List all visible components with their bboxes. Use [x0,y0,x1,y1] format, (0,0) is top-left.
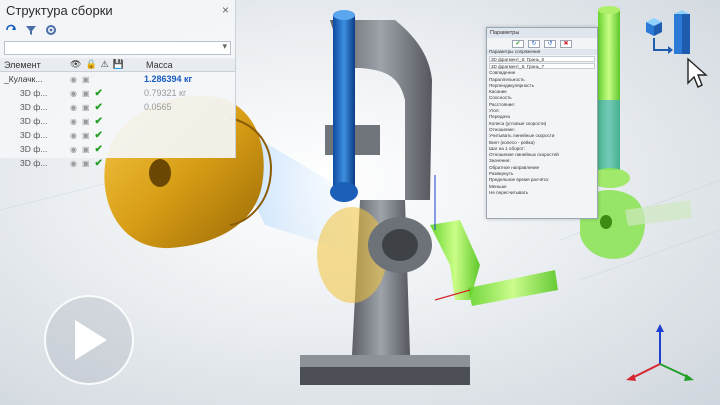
lock-icon[interactable]: ▣ [82,117,90,126]
row-name: 3D ф... [20,88,48,98]
param-row[interactable]: Не пересчитывать [487,190,597,196]
column-mass[interactable]: Масса [144,60,224,70]
lock-icon[interactable]: ▣ [82,103,90,112]
tree-row[interactable]: 3D ф... ◉ ▣ ✔ [0,156,235,170]
play-button[interactable] [44,295,134,385]
column-element[interactable]: Элемент [0,60,70,70]
check-icon: ✔ [94,129,103,141]
visibility-icon[interactable]: ◉ [70,145,77,154]
parameters-panel: Параметры ✔ ↻ ↺ ✖ Параметры сопряжения 3… [486,27,598,219]
assembly-structure-panel: Структура сборки × ▾ Элемент 👁 🔒 ⚠ 💾 Мас… [0,0,236,169]
row-name: 3D ф... [20,144,48,154]
close-icon[interactable]: × [222,3,229,17]
tree-row[interactable]: 3D ф... ◉ ▣ ✔ [0,142,235,156]
visibility-icon[interactable]: ◉ [70,103,77,112]
lock-icon[interactable]: ▣ [82,75,90,84]
row-name: 3D ф... [20,116,48,126]
assembly-mode-icon [646,10,690,54]
row-mass: 1.286394 кг [144,74,193,84]
axis-triad-icon [626,324,694,381]
params-buttons: ✔ ↻ ↺ ✖ [487,38,597,49]
save-icon[interactable]: 💾 [113,59,124,70]
reset-button[interactable]: ↺ [544,39,556,48]
row-mass: 0.0565 [144,102,172,112]
panel-title: Структура сборки [6,3,113,18]
column-icons: 👁 🔒 ⚠ 💾 [70,59,144,70]
check-icon: ✔ [94,143,103,155]
visibility-icon[interactable]: 👁 [70,59,81,70]
refresh-icon[interactable] [4,23,18,37]
chevron-down-icon: ▾ [222,41,227,51]
visibility-icon[interactable]: ◉ [70,75,77,84]
visibility-icon[interactable]: ◉ [70,159,77,168]
tree-header: Элемент 👁 🔒 ⚠ 💾 Масса [0,58,235,72]
row-name: 3D ф... [20,102,48,112]
apply-button[interactable]: ↻ [528,39,540,48]
check-icon: ✔ [94,87,103,99]
visibility-icon[interactable]: ◉ [70,89,77,98]
lock-icon[interactable]: ▣ [82,145,90,154]
tree-row[interactable]: 3D ф... ◉ ▣ ✔ [0,128,235,142]
filter-icon[interactable] [24,23,38,37]
warning-icon[interactable]: ⚠ [101,59,109,70]
lock-icon[interactable]: ▣ [82,159,90,168]
settings-icon[interactable] [44,23,58,37]
cancel-button[interactable]: ✖ [560,39,572,48]
check-icon: ✔ [94,115,103,127]
params-rows: Совпадение Параллельность Перпендикулярнос… [487,70,597,196]
tree-row[interactable]: 3D ф... ◉ ▣ ✔ 0.79321 кг [0,86,235,100]
check-icon: ✔ [94,101,103,113]
face-field-1[interactable]: 3D фрагмент_6: Грань_6 [489,56,595,63]
visibility-icon[interactable]: ◉ [70,131,77,140]
tree-row[interactable]: 3D ф... ◉ ▣ ✔ [0,114,235,128]
row-mass: 0.79321 кг [144,88,187,98]
row-name: 3D ф... [20,158,48,168]
play-icon [75,320,107,360]
params-title: Параметры [487,28,597,38]
section-header[interactable]: Параметры сопряжения [487,49,597,56]
lock-icon[interactable]: 🔒 [85,59,96,70]
check-icon: ✔ [94,157,103,169]
visibility-icon[interactable]: ◉ [70,117,77,126]
lock-icon[interactable]: ▣ [82,131,90,140]
face-field-2[interactable]: 3D фрагмент_6: Грань_7 [489,63,595,70]
cursor-icon [687,57,708,88]
row-name: 3D ф... [20,130,48,140]
row-name: _Кулачк... [4,74,43,84]
tree-row-root[interactable]: _Кулачк... ◉ ▣ 1.286394 кг [0,72,235,86]
search-dropdown[interactable]: ▾ [4,41,231,55]
lock-icon[interactable]: ▣ [82,89,90,98]
panel-toolbar [0,22,235,38]
ok-button[interactable]: ✔ [512,39,524,48]
tree-row[interactable]: 3D ф... ◉ ▣ ✔ 0.0565 [0,100,235,114]
